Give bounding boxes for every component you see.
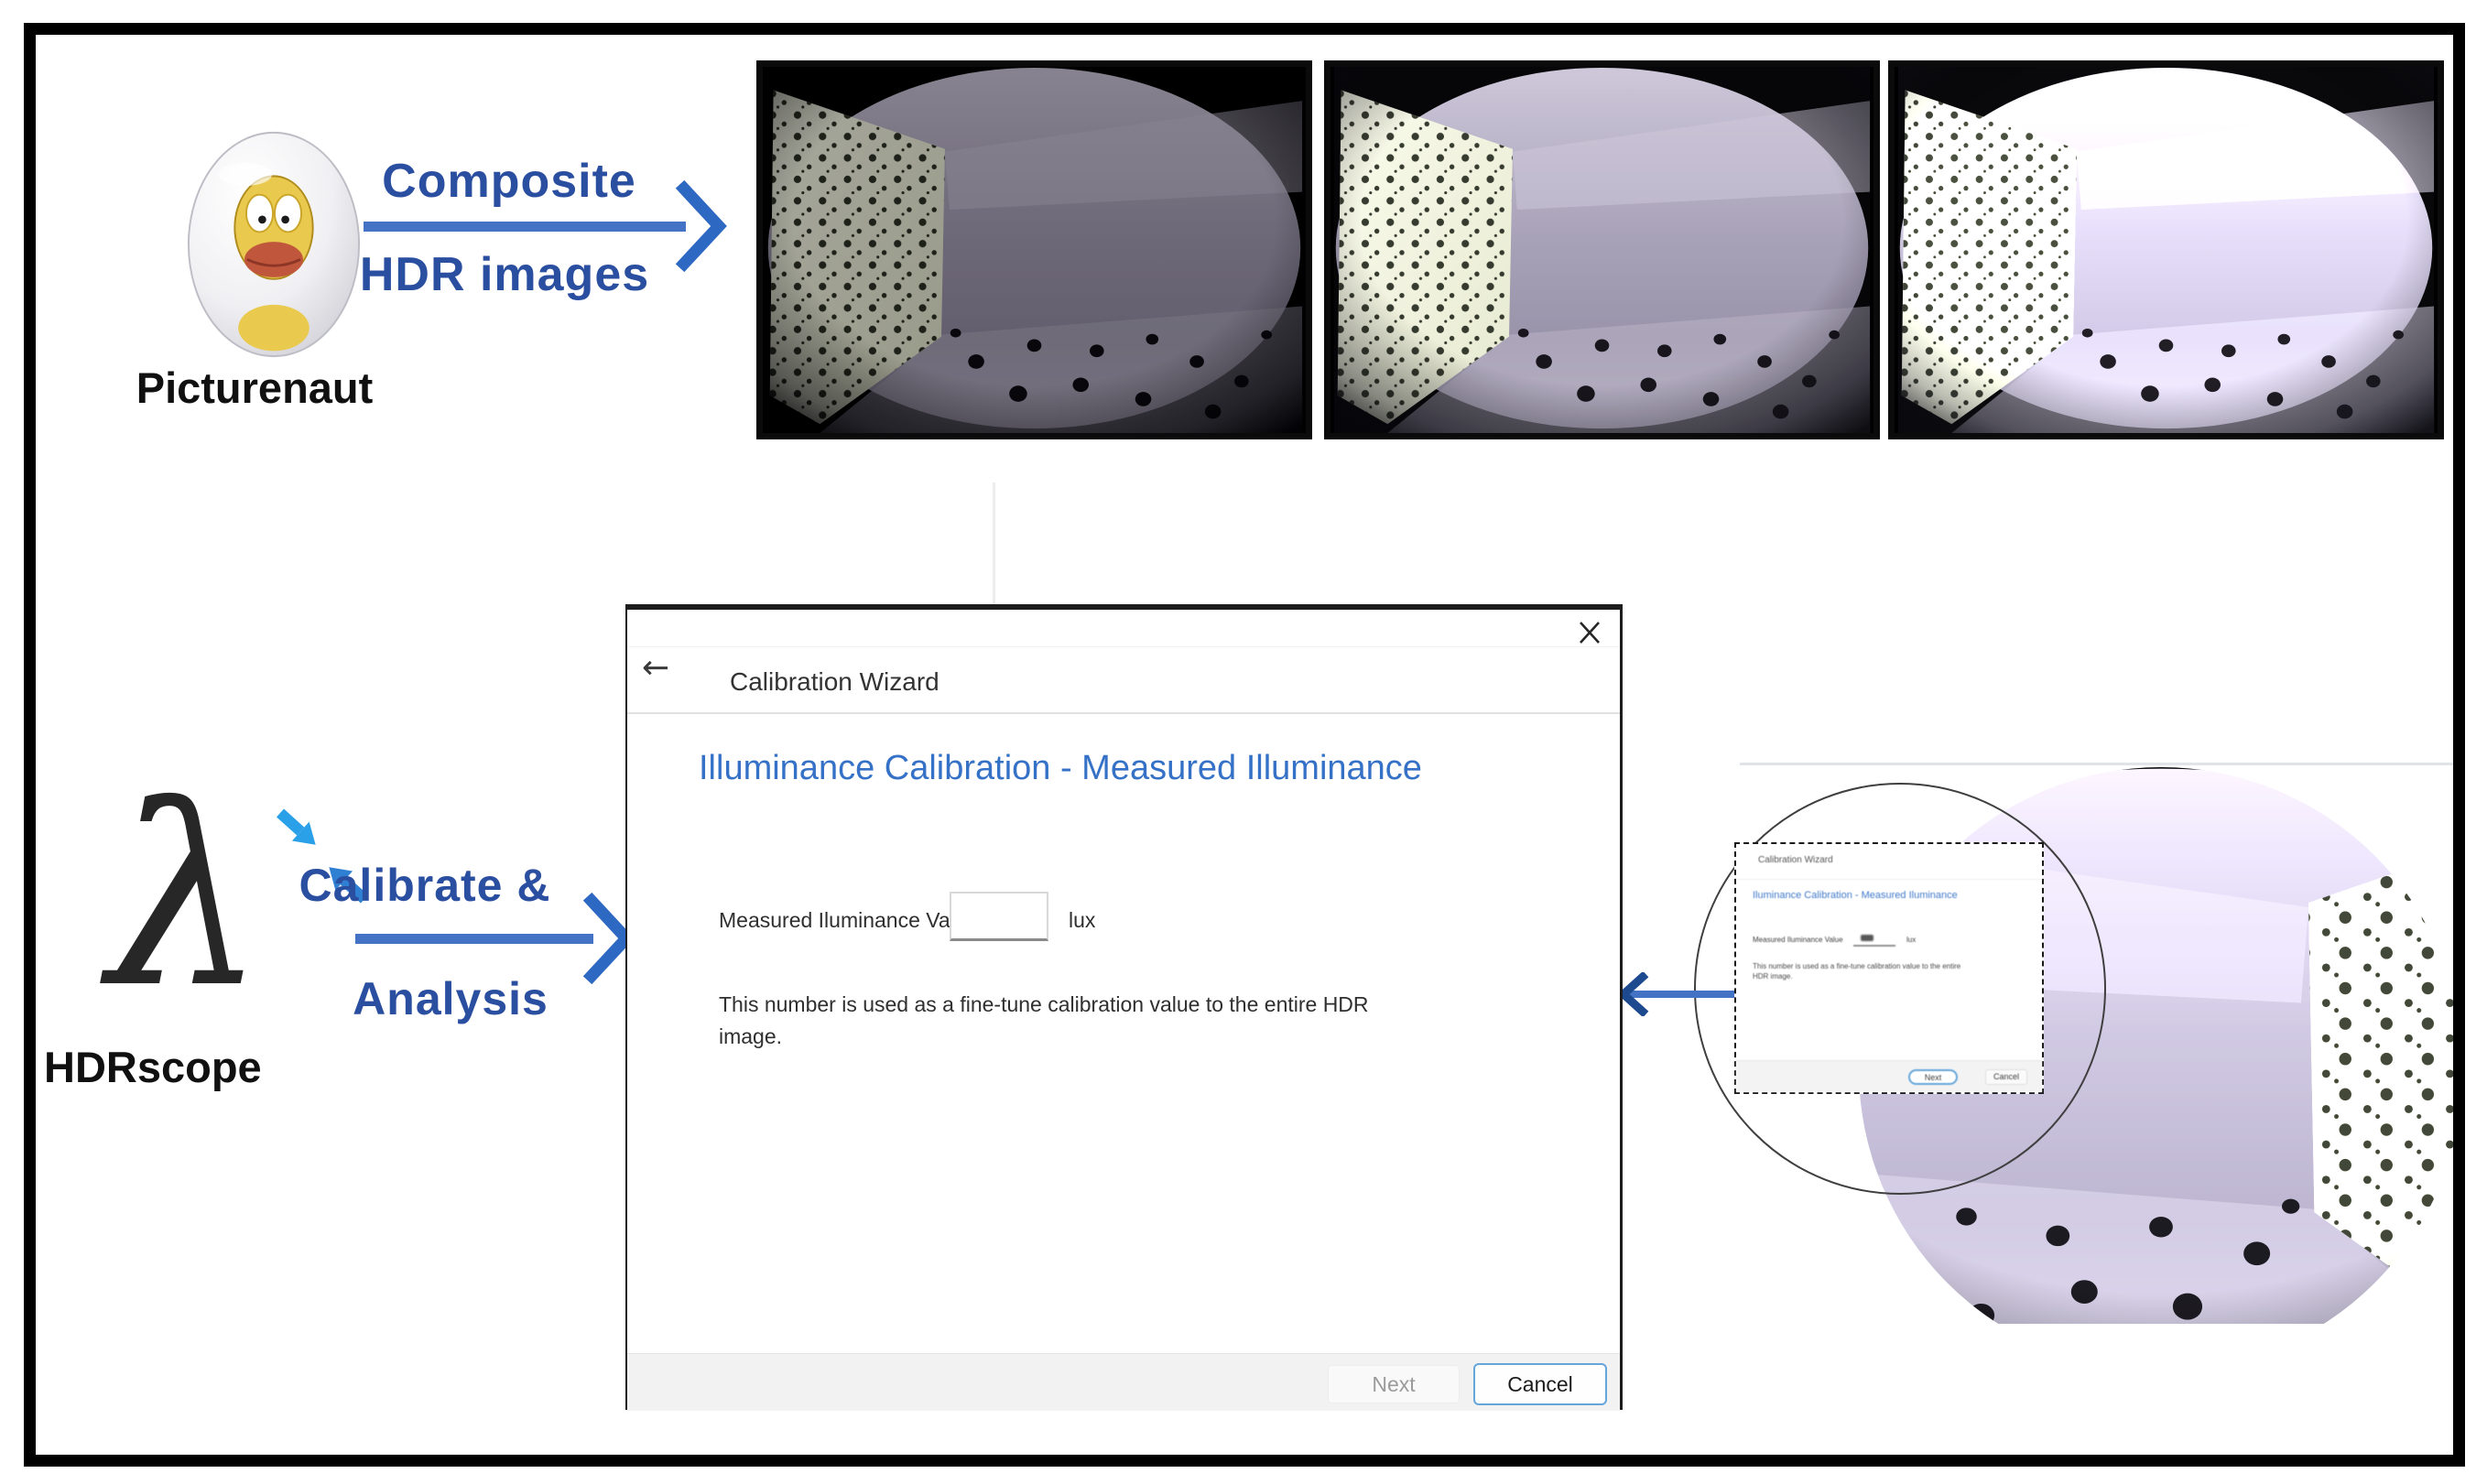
back-icon[interactable]: ← [642,652,669,685]
callout-mini-dialog-content: Calibration Wizard Iluminance Calibratio… [1736,844,2042,1092]
titlebar-divider [627,646,1620,647]
dialog-footer-bar: Next Cancel [627,1353,1620,1411]
mini-dialog-heading: Iluminance Calibration - Measured Ilumin… [1753,890,1958,901]
hdr-photo-bright [1888,60,2444,439]
callout-arrow-left-icon [1615,972,1736,1016]
picturenaut-logo [185,128,363,361]
cancel-button[interactable]: Cancel [1473,1363,1607,1405]
mini-illuminance-input [1853,930,1895,947]
lux-unit-label: lux [1069,908,1095,933]
callout-mini-dialog: Calibration Wizard Iluminance Calibratio… [1734,842,2044,1094]
dialog-title: Calibration Wizard [730,650,939,714]
dialog-description: This number is used as a fine-tune calib… [719,989,1378,1053]
photo-bottom-crop [1831,1324,2478,1397]
mini-cancel-button: Cancel [1985,1069,2027,1085]
hdr-photo-medium [1324,60,1880,439]
ghost-line-horizontal [1740,763,2463,765]
figure-page: Picturenaut Composite HDR images λ HDRsc… [0,0,2487,1484]
picturenaut-label: Picturenaut [136,363,374,413]
calibration-wizard-dialog: ← Calibration Wizard Illuminance Calibra… [625,604,1623,1410]
hdrscope-label: HDRscope [44,1042,262,1092]
flow-calibrate-bottom-label: Analysis [353,972,548,1025]
mini-divider [1736,879,2042,880]
mini-field-label: Measured Iluminance Value [1753,936,1843,944]
measured-illuminance-input[interactable] [950,892,1048,941]
mini-dialog-title: Calibration Wizard [1758,855,1833,865]
measured-illuminance-label: Measured Iluminance Value [719,908,978,933]
ghost-line-vertical [993,482,995,604]
hdrscope-logo: λ [108,774,266,1023]
mini-next-button: Next [1908,1069,1958,1085]
dialog-heading: Illuminance Calibration - Measured Illum… [699,749,1422,788]
mini-unit-label: lux [1906,936,1916,944]
mini-description: This number is used as a fine-tune calib… [1753,961,1971,981]
header-divider [627,712,1620,714]
flow-composite-bottom-label: HDR images [360,247,649,302]
close-icon[interactable] [1574,617,1605,648]
hdr-photo-dark [756,60,1312,439]
next-button[interactable]: Next [1328,1365,1460,1403]
mini-input-value-smudge [1861,935,1873,941]
